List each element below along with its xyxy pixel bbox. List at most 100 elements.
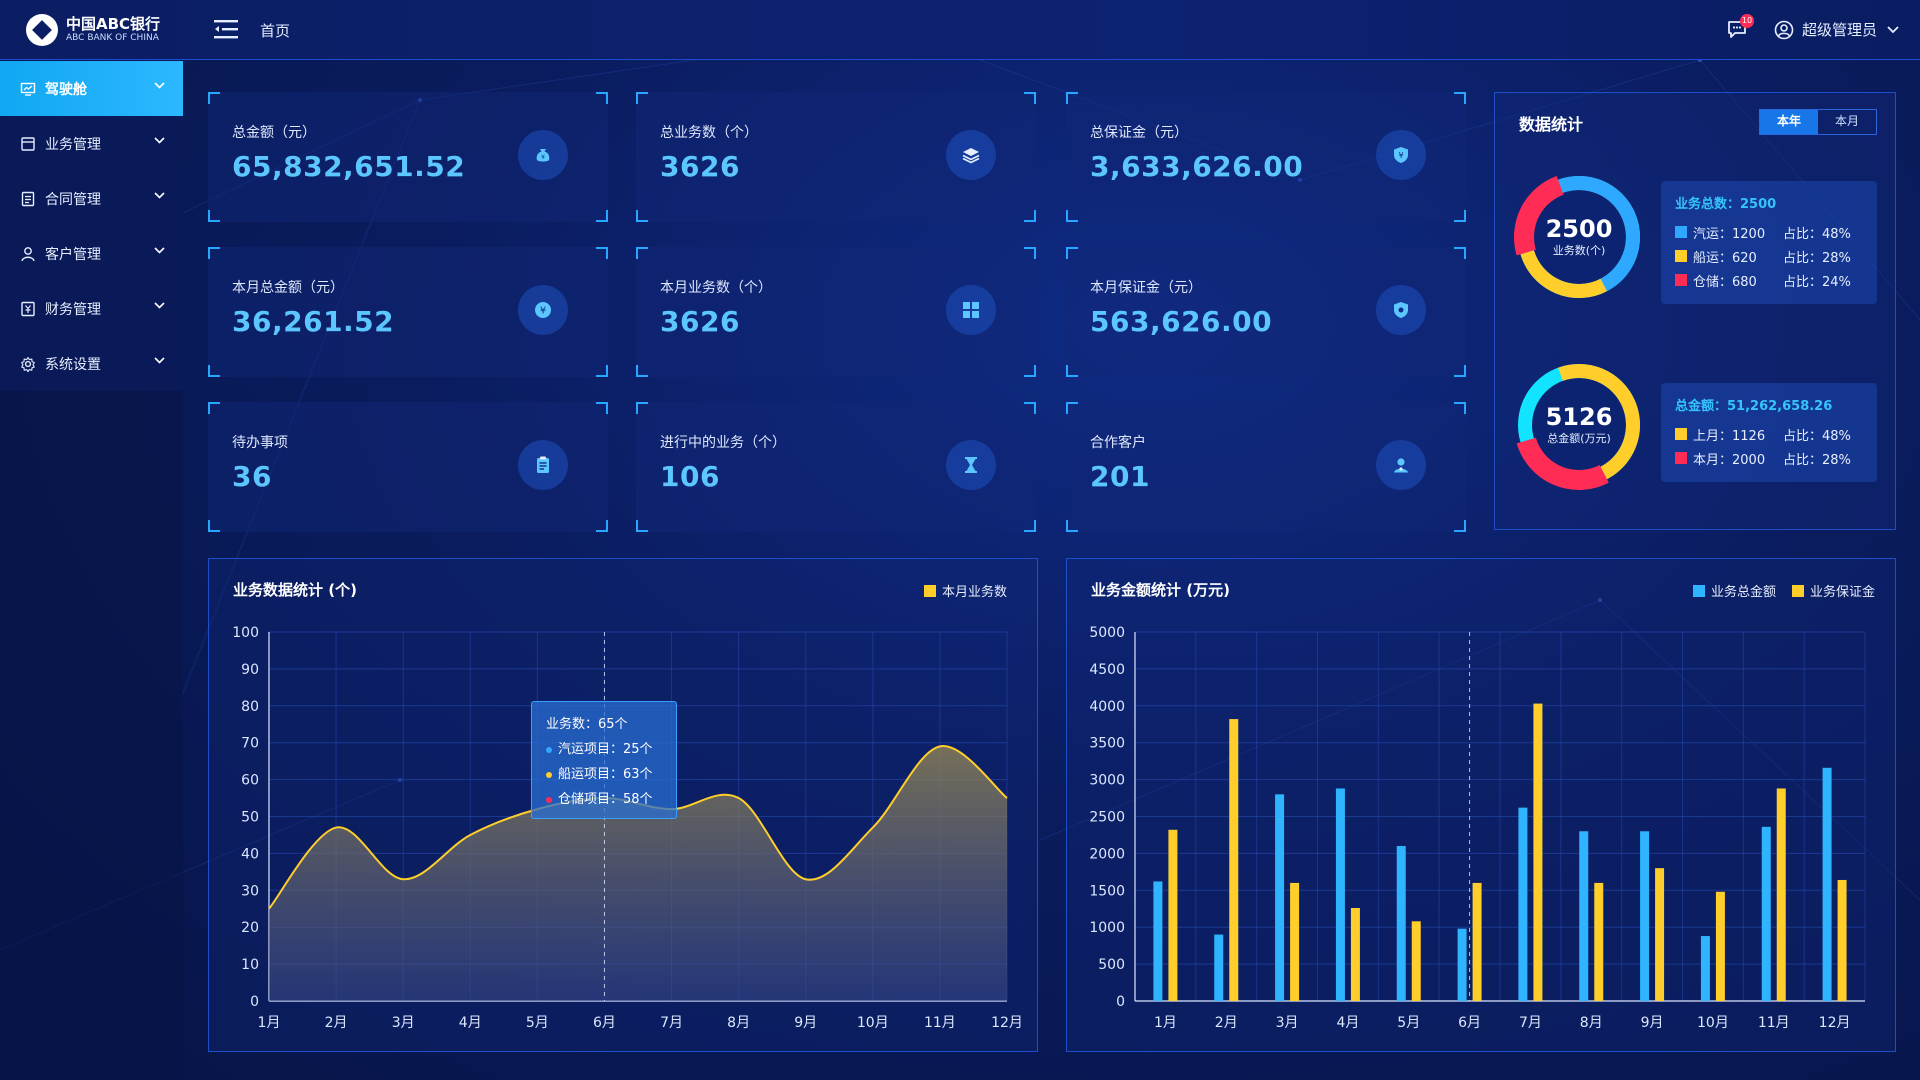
legend-percent: 占比：28% (1783, 250, 1851, 266)
bank-logo-mark (26, 14, 58, 46)
stat-card-0: 总金额（元） 65,832,651.52 ¥ (208, 92, 608, 222)
menu-toggle-icon[interactable] (214, 18, 240, 40)
user-name: 超级管理员 (1802, 21, 1878, 39)
x-tick-label: 2月 (1215, 1015, 1238, 1031)
stat-card-4: 本月业务数（个） 3626 (636, 247, 1036, 377)
y-tick-label: 5000 (1089, 625, 1125, 641)
sidebar-item-4[interactable]: 财务管理 (0, 281, 183, 336)
donut1-label: 业务数(个) (1552, 244, 1606, 257)
chevron-down-icon (154, 247, 165, 254)
chevron-down-icon (154, 82, 165, 89)
sidebar-item-label: 合同管理 (45, 191, 101, 208)
total-amount-legend: 总金额：51,262,658.26 上月：1126 占比：48% 本月：2000 占比… (1661, 383, 1877, 482)
bar-deposit (1168, 829, 1178, 1001)
legend-swatch (1675, 250, 1687, 262)
y-tick-label: 2500 (1089, 810, 1125, 826)
sidebar-item-label: 系统设置 (45, 356, 101, 373)
y-tick-label: 40 (241, 846, 259, 862)
y-tick-label: 2000 (1089, 846, 1125, 862)
y-tick-label: 80 (241, 699, 259, 715)
sidebar-item-1[interactable]: 业务管理 (0, 116, 183, 171)
legend-swatch (1675, 428, 1687, 440)
grid-icon (946, 285, 996, 335)
y-tick-label: 4000 (1089, 699, 1125, 715)
x-tick-label: 1月 (258, 1015, 281, 1031)
bar-total-amount (1214, 934, 1224, 1001)
business-count-legend: 业务总数：2500 汽运：1200 占比：48% 船运：620 占比：28% 仓储：68… (1661, 181, 1877, 304)
bar-total-amount (1700, 936, 1710, 1001)
stat-card-label: 总金额（元） (232, 125, 316, 141)
tooltip-line-ship: 船运项目：63个 (546, 762, 662, 787)
x-tick-label: 1月 (1154, 1015, 1177, 1031)
y-tick-label: 30 (241, 883, 259, 899)
bank-logo[interactable]: 中国ABC银行 ABC BANK OF CHINA (26, 14, 160, 46)
stat-card-value: 3,633,626.00 (1090, 150, 1304, 183)
clipboard-icon (518, 440, 568, 490)
legend-swatch (1692, 584, 1705, 597)
sidebar-item-0[interactable]: 驾驶舱 (0, 61, 183, 116)
sidebar-item-2[interactable]: 合同管理 (0, 171, 183, 226)
x-tick-label: 12月 (991, 1015, 1023, 1031)
stat-card-value: 65,832,651.52 (232, 150, 466, 183)
stat-card-value: 563,626.00 (1090, 305, 1273, 338)
stat-card-label: 本月总金额（元） (232, 280, 344, 296)
stat-card-value: 3626 (660, 305, 740, 338)
x-tick-label: 6月 (593, 1015, 616, 1031)
user-menu[interactable]: 超级管理员 (1774, 19, 1907, 40)
stat-card-label: 本月业务数（个） (660, 280, 772, 296)
chevron-down-icon (154, 192, 165, 199)
sidebar-item-label: 财务管理 (45, 301, 101, 318)
x-tick-label: 8月 (1580, 1015, 1603, 1031)
x-tick-label: 5月 (1397, 1015, 1420, 1031)
settings-icon (21, 356, 35, 372)
shield-icon (1376, 285, 1426, 335)
stat-card-label: 总保证金（元） (1090, 125, 1188, 141)
tab-this-year[interactable]: 本年 (1760, 110, 1818, 134)
legend-percent: 占比：28% (1783, 452, 1851, 468)
tab-this-month[interactable]: 本月 (1818, 110, 1876, 134)
business-amount-chart-panel: 0 500 1000 1500 2000 2500 3000 3500 4000 4500 5000… (1066, 558, 1896, 1052)
legend-swatch (1675, 274, 1687, 286)
legend2-head: 总金额：51,262,658.26 (1675, 399, 1833, 414)
chevron-down-icon (154, 137, 165, 144)
chart2-legend: 业务总金额 业务保证金 (1677, 581, 1875, 600)
stat-card-label: 合作客户 (1090, 435, 1146, 451)
y-tick-label: 10 (241, 957, 259, 973)
y-tick-label: 500 (1098, 957, 1125, 973)
svg-text:¥: ¥ (540, 306, 546, 317)
chart2-title: 业务金额统计 (万元) (1091, 581, 1230, 599)
x-tick-label: 4月 (459, 1015, 482, 1031)
sidebar-item-5[interactable]: 系统设置 (0, 336, 183, 391)
chevron-down-icon (154, 302, 165, 309)
y-tick-label: 3500 (1089, 736, 1125, 752)
legend-swatch (1675, 226, 1687, 238)
bar-deposit (1411, 921, 1421, 1001)
user-icon (1376, 440, 1426, 490)
stat-card-1: 总业务数（个） 3626 (636, 92, 1036, 222)
breadcrumb-home[interactable]: 首页 (260, 20, 290, 41)
stat-card-label: 待办事项 (232, 435, 288, 451)
bar-deposit (1472, 882, 1482, 1001)
bank-name-en: ABC BANK OF CHINA (66, 33, 159, 43)
y-tick-label: 100 (232, 625, 259, 641)
bar-total-amount (1457, 928, 1467, 1001)
donut2-value: 5126 (1545, 403, 1613, 431)
total-amount-donut: 5126 总金额(万元) (1513, 359, 1645, 491)
stat-card-label: 本月保证金（元） (1090, 280, 1202, 296)
chart-tooltip: 业务数：65个 汽运项目：25个 船运项目：63个 仓储项目：58个 (531, 701, 677, 819)
bar-deposit (1229, 719, 1239, 1001)
stat-card-5: 本月保证金（元） 563,626.00 (1066, 247, 1466, 377)
x-tick-label: 11月 (1758, 1015, 1790, 1031)
legend-row: 汽运：1200 占比：48% (1675, 220, 1863, 244)
stat-card-7: 进行中的业务（个） 106 (636, 402, 1036, 532)
sidebar-item-3[interactable]: 客户管理 (0, 226, 183, 281)
sidebar-item-label: 驾驶舱 (45, 81, 87, 98)
notification-button[interactable]: 10 (1726, 14, 1754, 42)
period-toggle: 本年 本月 (1759, 109, 1877, 135)
bar-deposit (1594, 882, 1604, 1001)
bank-name-cn: 中国ABC银行 (66, 15, 161, 33)
x-tick-label: 7月 (1519, 1015, 1542, 1031)
x-tick-label: 9月 (1641, 1015, 1664, 1031)
notification-badge: 10 (1740, 14, 1754, 28)
yuan-coin-icon: ¥ (518, 285, 568, 335)
